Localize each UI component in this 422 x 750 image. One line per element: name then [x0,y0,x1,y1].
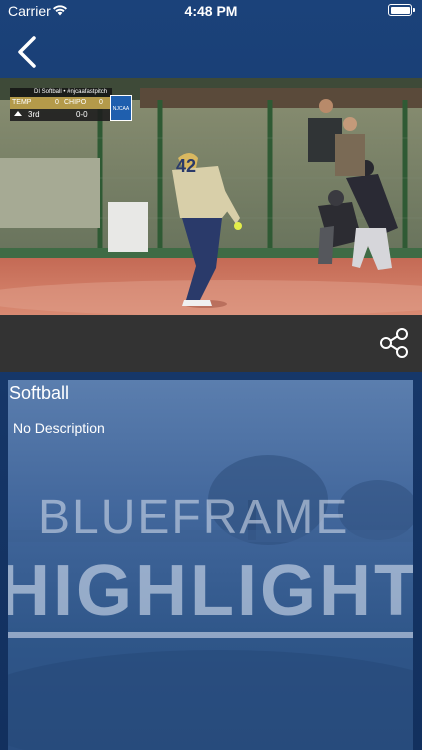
thumbnail-text-line2: HIGHLIGHT [8,551,413,631]
battery-icon [388,4,415,16]
app-screen: Carrier 4:48 PM 42 DI Softball • #njcaaf… [0,0,422,750]
scorebug-status: 3rd 0-0 [10,109,112,121]
jersey-number: 42 [176,156,196,176]
share-icon [380,328,408,358]
event-title: Softball [9,383,70,403]
inning-top-icon [14,111,22,116]
inning-label: 3rd [28,110,40,119]
back-button[interactable] [8,32,48,72]
team2-abbr: CHIPO [64,99,87,106]
clock-label: 4:48 PM [184,3,238,19]
thumbnail-divider [8,632,413,638]
event-card[interactable]: Softball No Description BLUEFRAME HIGHLI… [8,380,413,750]
league-logo: NJCAA [110,95,132,121]
share-button[interactable] [378,327,410,359]
video-player[interactable]: 42 DI Softball • #njcaafastpitch TEMP 0 … [0,78,422,315]
chevron-left-icon [18,36,36,68]
scorebug-scores: TEMP 0 CHIPO 0 [10,97,112,109]
status-bar: Carrier 4:48 PM [0,0,422,22]
scorebug-title: DI Softball • #njcaafastpitch [10,88,112,97]
scorebug: DI Softball • #njcaafastpitch TEMP 0 CHI… [10,88,132,123]
team1-score: 0 [55,99,59,106]
count-label: 0-0 [76,110,88,119]
event-description: No Description [13,420,105,436]
team2-score: 0 [99,99,103,106]
thumbnail-text-line1: BLUEFRAME [38,491,350,544]
team1-abbr: TEMP [12,99,32,106]
video-toolbar [0,315,422,372]
